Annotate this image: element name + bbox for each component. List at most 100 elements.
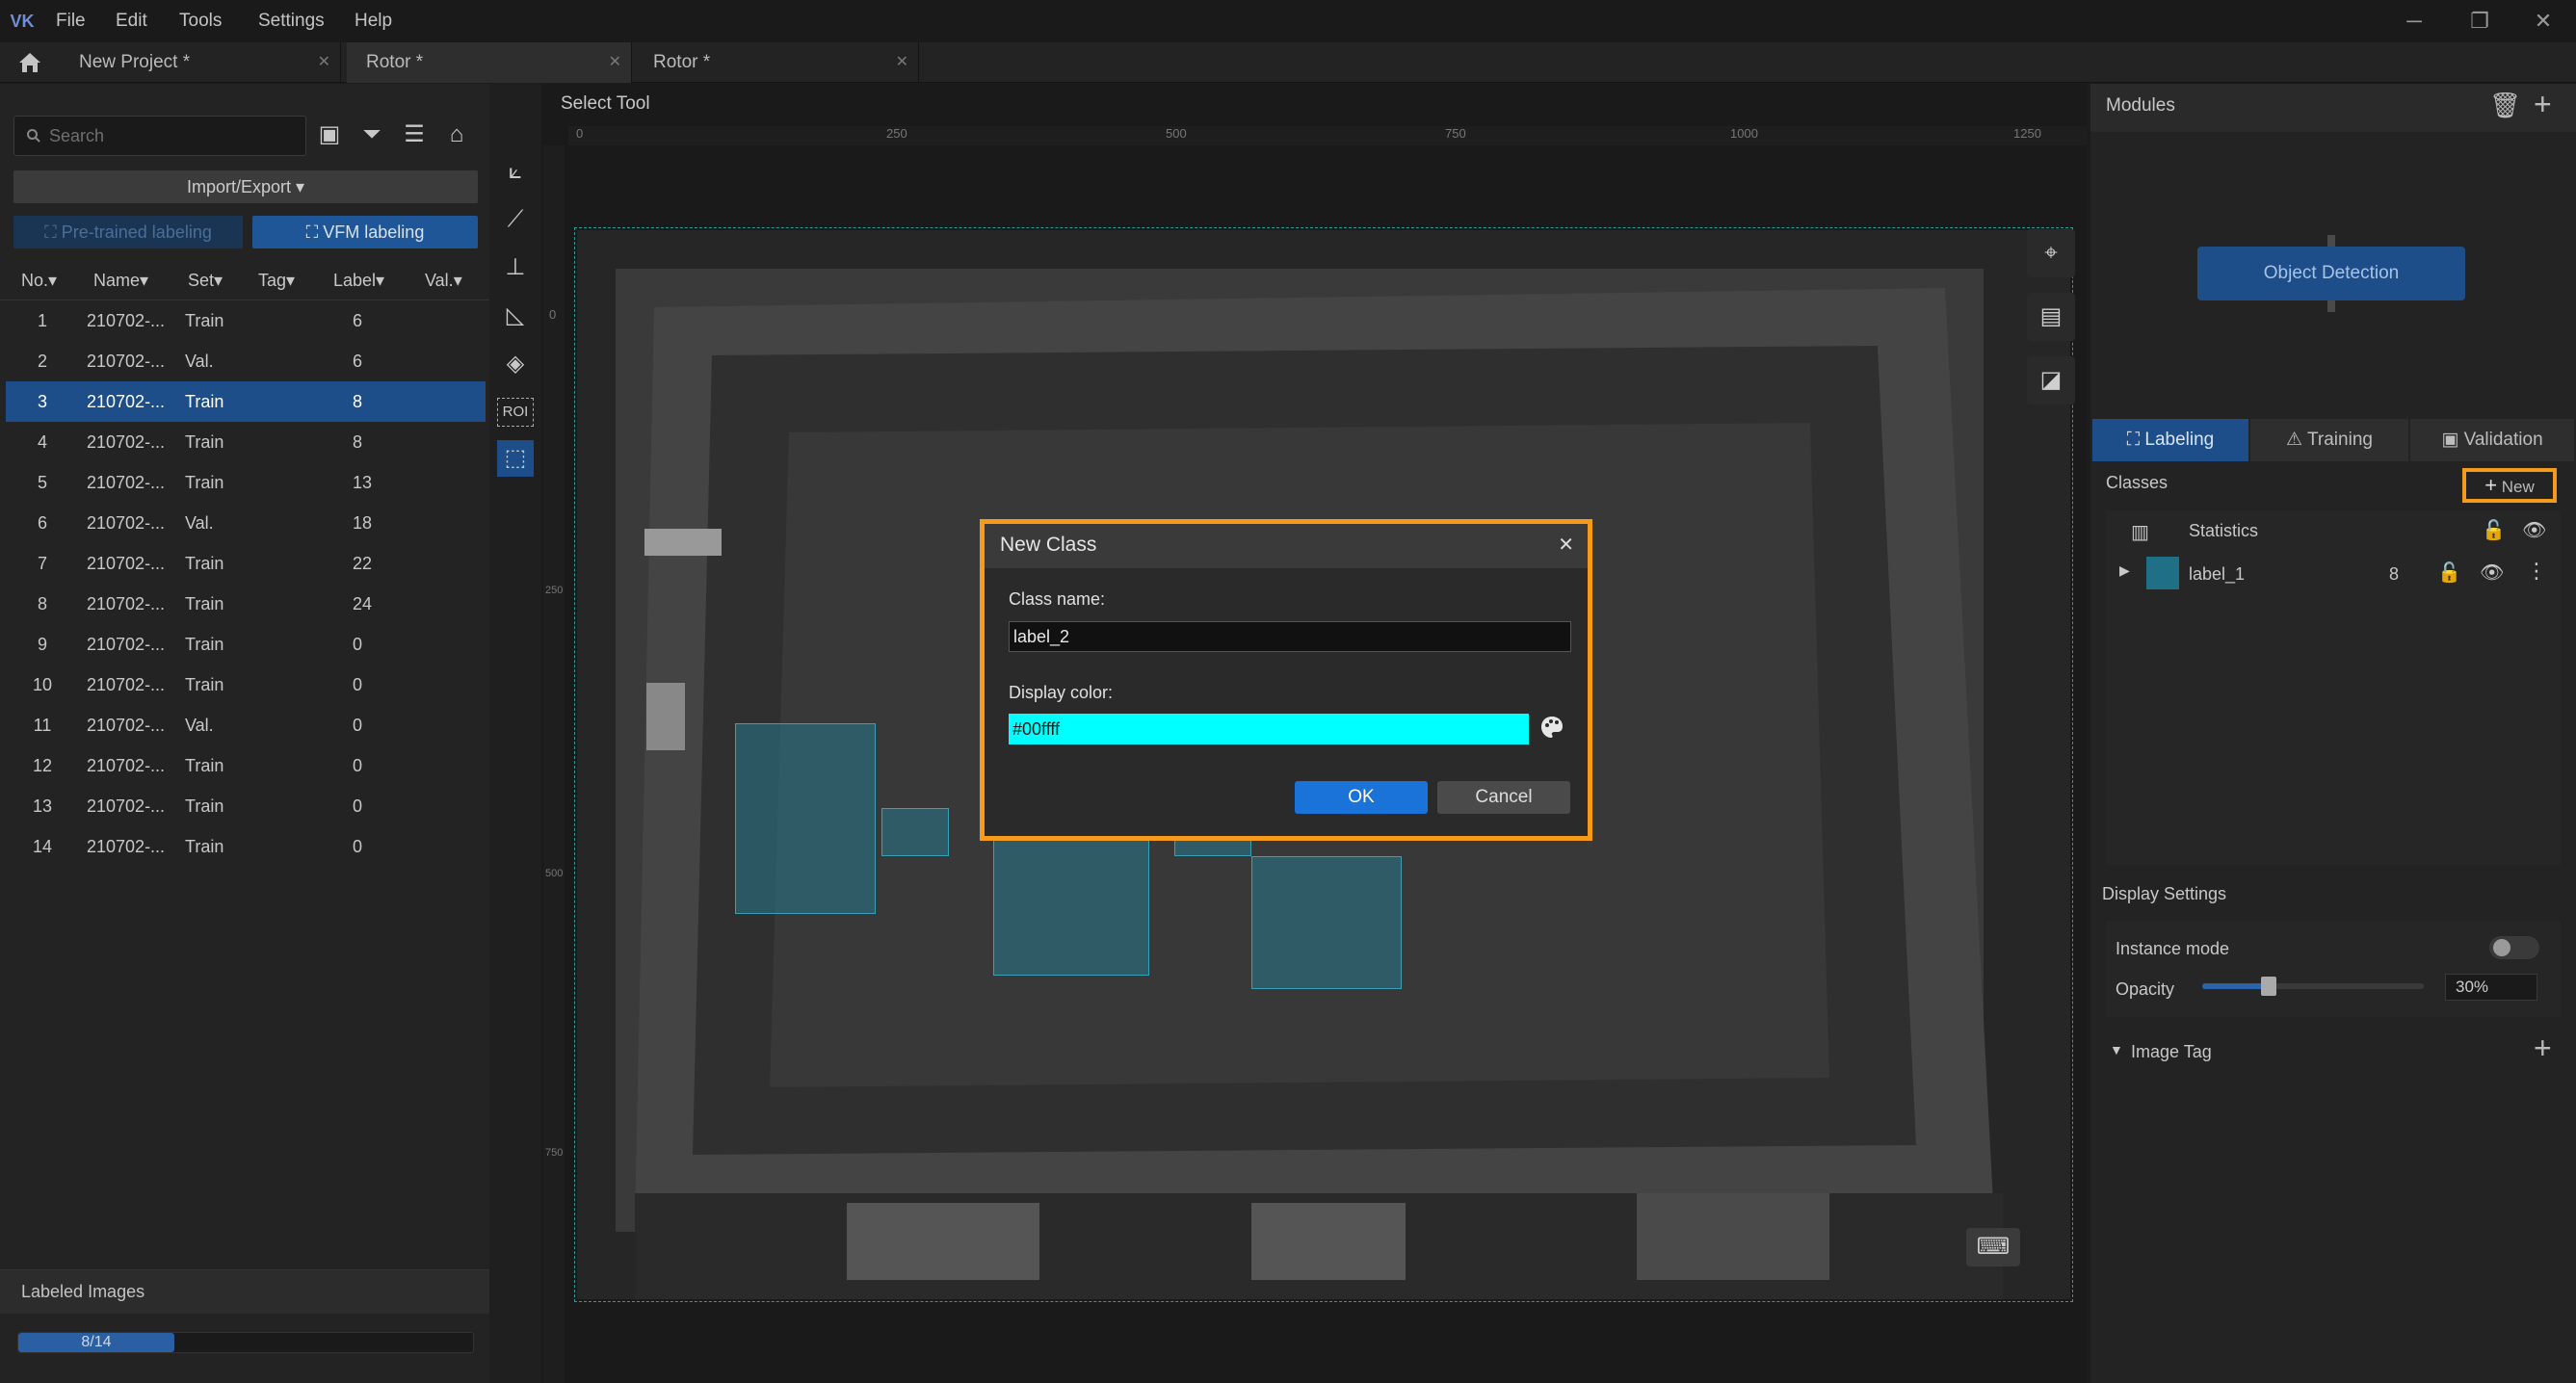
col-set[interactable]: Set▾ xyxy=(188,260,223,300)
cell-no: 12 xyxy=(32,756,53,775)
annotation-box[interactable] xyxy=(881,808,949,856)
ruler-tool-icon[interactable]: ◺ xyxy=(497,298,534,334)
cell-no: 10 xyxy=(32,675,53,694)
roi-icon[interactable]: ROI xyxy=(497,398,534,427)
fit-view-icon[interactable]: ⌖ xyxy=(2027,229,2075,277)
class-name-input[interactable]: label_2 xyxy=(1009,621,1571,652)
eye-icon[interactable]: 👁 xyxy=(2522,518,2546,542)
annotation-box[interactable] xyxy=(1251,856,1402,989)
expand-icon[interactable]: ▶ xyxy=(2119,562,2130,579)
tab-rotor[interactable]: Rotor * ✕ xyxy=(634,42,919,83)
hide-mask-icon[interactable]: ◪ xyxy=(2027,356,2075,404)
table-row[interactable]: 14 210702-... Train 0 xyxy=(6,826,486,867)
new-label: New xyxy=(2501,478,2535,496)
table-row[interactable]: 3 210702-... Train 8 xyxy=(6,381,486,422)
training-icon: ⚠ xyxy=(2286,430,2303,450)
eye-icon[interactable]: 👁 xyxy=(2480,561,2504,585)
tab-new-project[interactable]: New Project * ✕ xyxy=(60,42,341,83)
cell-set: Val. xyxy=(185,513,214,533)
col-label[interactable]: Label▾ xyxy=(333,260,384,300)
collapse-icon[interactable]: ▼ xyxy=(2110,1042,2123,1057)
close-tab-icon[interactable]: ✕ xyxy=(896,42,908,83)
ruler-tick: 0 xyxy=(576,126,584,141)
table-row[interactable]: 7 210702-... Train 22 xyxy=(6,543,486,584)
cell-no: 14 xyxy=(32,837,53,856)
polygon-select-icon[interactable]: ⟀ xyxy=(497,153,534,190)
cell-set: Train xyxy=(185,837,224,856)
filter-icon[interactable]: ⏷ xyxy=(356,119,387,150)
delete-module-icon[interactable]: 🗑 xyxy=(2489,91,2521,120)
tab-training[interactable]: ⚠ Training xyxy=(2250,419,2408,461)
annotation-box[interactable] xyxy=(993,835,1149,976)
list-view-icon[interactable]: ☰ xyxy=(399,119,430,150)
pretrained-label: Pre-trained labeling xyxy=(61,222,212,242)
more-options-icon[interactable]: ⋮ xyxy=(2526,559,2547,584)
close-window-button[interactable]: ✕ xyxy=(2516,0,2570,42)
cell-label: 8 xyxy=(353,432,363,452)
table-row[interactable]: 9 210702-... Train 0 xyxy=(6,624,486,665)
stamp-icon[interactable]: ⊥ xyxy=(497,249,534,286)
vfm-labeling-button[interactable]: ⛶ VFM labeling xyxy=(252,216,478,248)
lock-icon[interactable]: 🔓 xyxy=(2437,561,2461,585)
show-labels-icon[interactable]: ▤ xyxy=(2027,293,2075,341)
add-image-tag-icon[interactable]: + xyxy=(2534,1031,2552,1066)
cell-set: Train xyxy=(185,311,224,330)
cancel-button[interactable]: Cancel xyxy=(1437,781,1570,814)
display-color-field[interactable]: #00ffff xyxy=(1009,714,1529,744)
ok-button[interactable]: OK xyxy=(1295,781,1428,814)
add-module-icon[interactable]: + xyxy=(2534,87,2552,122)
table-row[interactable]: 1 210702-... Train 6 xyxy=(6,300,486,341)
menu-bar: VK File Edit Tools Settings Help ─ ❐ ✕ xyxy=(0,0,2576,42)
table-row[interactable]: 5 210702-... Train 13 xyxy=(6,462,486,503)
menu-tools[interactable]: Tools xyxy=(179,0,222,42)
vfm-icon: ⛶ xyxy=(305,222,319,242)
magic-wand-icon[interactable]: ⟋ xyxy=(497,201,534,238)
cell-name: 210702-... xyxy=(87,796,166,816)
table-row[interactable]: 2 210702-... Val. 6 xyxy=(6,341,486,381)
col-val[interactable]: Val.▾ xyxy=(425,260,462,300)
menu-help[interactable]: Help xyxy=(355,0,392,42)
eraser-icon[interactable]: ◈ xyxy=(497,346,534,382)
select-tool-icon[interactable]: ⬚ xyxy=(497,440,534,477)
ruler-tick: 250 xyxy=(545,585,564,596)
opacity-slider[interactable] xyxy=(2202,977,2424,996)
col-tag[interactable]: Tag▾ xyxy=(258,260,295,300)
restore-button[interactable]: ❐ xyxy=(2453,0,2507,42)
close-icon[interactable]: ✕ xyxy=(1558,524,1574,566)
table-row[interactable]: 4 210702-... Train 8 xyxy=(6,422,486,462)
tab-rotor-active[interactable]: Rotor * ✕ xyxy=(347,42,632,83)
pretrained-labeling-button[interactable]: ⛶ Pre-trained labeling xyxy=(13,216,243,248)
palette-icon[interactable] xyxy=(1538,714,1569,744)
menu-edit[interactable]: Edit xyxy=(116,0,147,42)
search-input[interactable]: Search xyxy=(13,116,306,156)
image-filter-icon[interactable]: ▣ xyxy=(314,119,345,150)
new-class-button[interactable]: + New xyxy=(2462,468,2557,503)
col-label: Tag xyxy=(258,271,287,290)
table-row[interactable]: 11 210702-... Val. 0 xyxy=(6,705,486,745)
annotation-box[interactable] xyxy=(735,723,876,914)
keyboard-icon[interactable]: ⌨ xyxy=(1966,1228,2020,1266)
home-icon[interactable] xyxy=(13,50,46,75)
table-row[interactable]: 13 210702-... Train 0 xyxy=(6,786,486,826)
lock-icon[interactable]: 🔓 xyxy=(2482,518,2506,542)
minimize-button[interactable]: ─ xyxy=(2387,0,2441,42)
table-row[interactable]: 8 210702-... Train 24 xyxy=(6,584,486,624)
table-row[interactable]: 12 210702-... Train 0 xyxy=(6,745,486,786)
table-row[interactable]: 10 210702-... Train 0 xyxy=(6,665,486,705)
close-tab-icon[interactable]: ✕ xyxy=(609,42,621,83)
class-color-swatch[interactable] xyxy=(2146,557,2179,589)
menu-file[interactable]: File xyxy=(56,0,86,42)
col-no[interactable]: No.▾ xyxy=(21,260,57,300)
import-export-button[interactable]: Import/Export ▾ xyxy=(13,170,478,203)
instance-mode-toggle[interactable] xyxy=(2489,936,2539,959)
tab-validation[interactable]: ▣ Validation xyxy=(2410,419,2574,461)
thumbnail-view-icon[interactable]: ⌂ xyxy=(441,119,472,150)
menu-settings[interactable]: Settings xyxy=(258,0,325,42)
tab-labeling[interactable]: ⛶ Labeling xyxy=(2092,419,2248,461)
opacity-input[interactable]: 30% xyxy=(2445,974,2537,1001)
col-name[interactable]: Name▾ xyxy=(93,260,148,300)
close-tab-icon[interactable]: ✕ xyxy=(318,42,330,83)
table-row[interactable]: 6 210702-... Val. 18 xyxy=(6,503,486,543)
slider-knob[interactable] xyxy=(2261,977,2276,996)
module-node-object-detection[interactable]: Object Detection xyxy=(2197,247,2465,300)
